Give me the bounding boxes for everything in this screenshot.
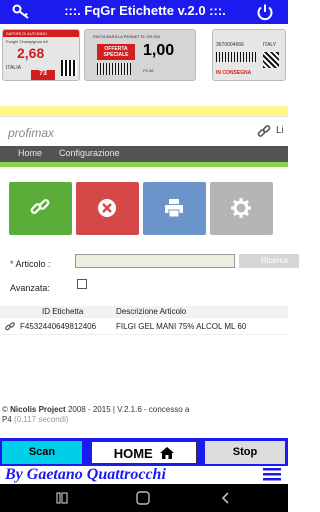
recent-apps-icon[interactable]: [56, 492, 68, 504]
link-icon: [30, 199, 50, 214]
banner-card-text: ITALIA: [6, 65, 21, 71]
header-label: Li: [276, 125, 284, 136]
stop-button[interactable]: Stop: [205, 441, 285, 464]
barcode-icon: [216, 52, 256, 62]
cell-id: F4532440649812406: [20, 322, 97, 331]
settings-button[interactable]: [210, 182, 273, 235]
product-banner: SAPORI DI AUTUNNO Funghi Champignon trif…: [0, 24, 288, 90]
cancel-button[interactable]: [76, 182, 139, 235]
link-button[interactable]: [9, 182, 72, 235]
banner-label-card: PASTA BARILLA PENNETTE GR.500 OFFERTA SP…: [84, 29, 196, 81]
signature-bar: By Gaetano Quattrocchi: [0, 466, 288, 484]
cell-description: FILGI GEL MANI 75% ALCOL ML 60: [116, 322, 247, 331]
print-button[interactable]: [143, 182, 206, 235]
timing-text: (0,117 secondi): [11, 415, 69, 424]
banner-card-text: PASTA BARILLA PENNETTE GR.500: [93, 34, 160, 39]
articolo-label: * Articolo :: [10, 259, 51, 269]
banner-card-text: ITALY: [263, 42, 277, 48]
column-header-id: ID Etichetta: [42, 307, 84, 316]
menu-bar: Home Configurazione: [0, 146, 288, 162]
key-icon[interactable]: [12, 4, 32, 20]
banner-label-card: SAPORI DI AUTUNNO Funghi Champignon trif…: [2, 29, 80, 81]
scan-button[interactable]: Scan: [2, 441, 82, 464]
app-title: :::. FqGr Etichette v.2.0 :::.: [64, 3, 226, 18]
home-icon: [160, 447, 175, 459]
printer-icon: [165, 199, 183, 218]
avanzata-checkbox[interactable]: [77, 279, 87, 289]
articolo-label-text: Articolo :: [15, 259, 51, 269]
back-icon[interactable]: [220, 492, 232, 504]
home-button[interactable]: HOME: [91, 441, 197, 464]
menu-item-configurazione[interactable]: Configurazione: [59, 148, 120, 158]
banner-card-status: IN CONSEGNA: [216, 70, 252, 76]
divider-bar: [0, 106, 288, 116]
version-text: 2008 - 2015 | V.2.1.6 - concesso a: [65, 405, 190, 414]
system-nav-bar: [0, 484, 288, 512]
banner-card-tag: 73: [31, 70, 55, 80]
search-button[interactable]: Ricerca: [239, 254, 299, 268]
company-name: Nicolis Project: [10, 405, 66, 414]
web-header: profimax Li: [0, 116, 288, 146]
articolo-input[interactable]: [75, 254, 235, 268]
column-header-description: Descrizione Articolo: [116, 307, 187, 316]
copyright-footer: © Nicolis Project 2008 - 2015 | V.2.1.6 …: [2, 405, 232, 425]
accent-line: [0, 162, 288, 167]
qr-code-icon: [263, 52, 279, 68]
table-row[interactable]: F4532440649812406 FILGI GEL MANI 75% ALC…: [0, 319, 288, 335]
banner-card-price: 2,68: [17, 45, 45, 61]
close-icon: [98, 199, 116, 217]
home-nav-icon[interactable]: [136, 491, 150, 505]
hamburger-menu-icon[interactable]: [263, 468, 281, 481]
avanzata-label: Avanzata:: [10, 283, 50, 293]
copyright-symbol: ©: [2, 405, 8, 414]
licensee-text: P4: [2, 415, 12, 424]
barcode-icon: [97, 63, 131, 75]
table-header: ID Etichetta Descrizione Articolo: [0, 306, 288, 318]
banner-label-card: 3670004666 ITALY IN CONSEGNA: [212, 29, 286, 81]
required-marker: *: [10, 259, 14, 269]
link-icon[interactable]: [257, 125, 271, 139]
banner-card-offer: OFFERTA SPECIALE: [97, 44, 135, 60]
author-signature: By Gaetano Quattrocchi: [5, 466, 166, 483]
banner-card-text: P2.36: [143, 68, 154, 73]
banner-card-price: 1,00: [143, 42, 175, 59]
title-bar: :::. FqGr Etichette v.2.0 :::.: [0, 0, 288, 24]
home-label: HOME: [113, 446, 153, 461]
banner-card-text: 3670004666: [216, 42, 244, 48]
gear-icon: [231, 198, 251, 218]
profimax-logo: profimax: [8, 126, 55, 140]
power-icon[interactable]: [256, 3, 274, 21]
banner-card-text: SAPORI DI AUTUNNO: [6, 31, 47, 36]
menu-item-home[interactable]: Home: [18, 148, 42, 158]
link-icon[interactable]: [5, 322, 15, 332]
qr-code-icon: [61, 60, 77, 76]
bottom-toolbar: Scan HOME Stop: [0, 438, 288, 466]
banner-card-text: Funghi Champignon trif.: [6, 39, 49, 44]
